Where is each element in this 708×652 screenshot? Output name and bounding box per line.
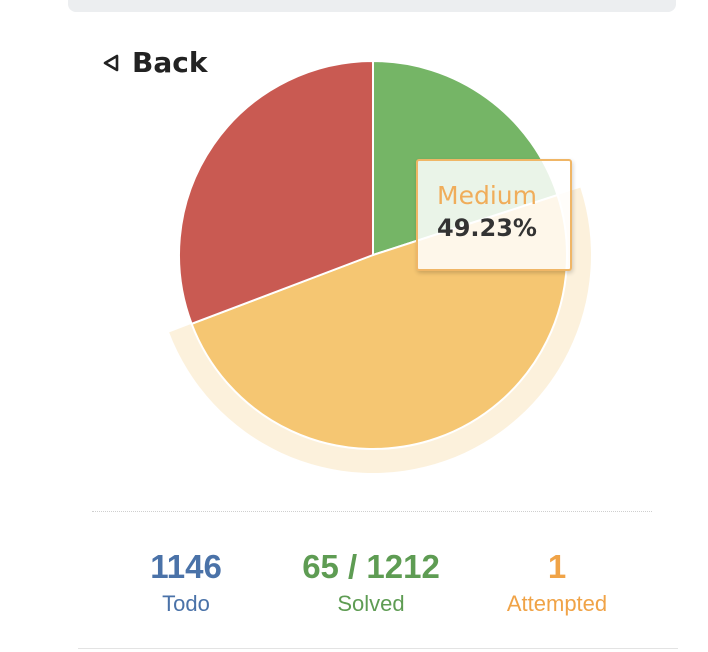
tooltip-value: 49.23% <box>437 214 537 242</box>
attempted-count: 1 <box>547 548 567 585</box>
tooltip-label: Medium <box>437 181 537 210</box>
stats-divider <box>92 511 652 512</box>
pie-tooltip: Medium 49.23% <box>416 159 572 271</box>
solved-count: 65 / 1212 <box>302 548 440 585</box>
todo-count: 1146 <box>150 548 222 585</box>
solved-label: Solved <box>337 591 405 616</box>
todo-label: Todo <box>162 591 210 616</box>
solved-stat[interactable]: 65 / 1212 Solved <box>286 548 456 618</box>
bottom-divider <box>78 648 678 649</box>
todo-stat[interactable]: 1146 Todo <box>126 548 246 618</box>
attempted-label: Attempted <box>506 591 608 616</box>
attempted-stat[interactable]: 1 Attempted <box>487 548 627 618</box>
